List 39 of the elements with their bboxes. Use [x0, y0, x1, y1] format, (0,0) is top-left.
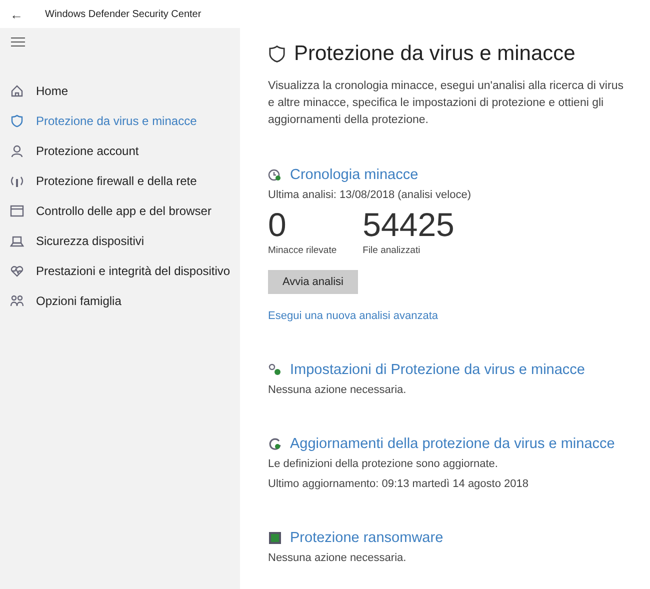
section-title[interactable]: Impostazioni di Protezione da virus e minacce — [290, 362, 585, 378]
stat-label: File analizzati — [362, 245, 422, 256]
status-text: Nessuna azione necessaria. — [268, 551, 408, 566]
sidebar-item[interactable]: Protezione firewall e della rete — [36, 174, 197, 188]
family-icon — [10, 294, 24, 308]
sidebar-item[interactable]: Sicurezza dispositivi — [36, 234, 144, 248]
shield-icon — [10, 114, 24, 128]
last-scan-text: Ultima analisi: 13/08/2018 (analisi veloce) — [268, 188, 472, 203]
browser-window-icon — [10, 204, 24, 218]
section-title[interactable]: Protezione ransomware — [290, 530, 444, 546]
section-title[interactable]: Cronologia minacce — [290, 167, 418, 183]
sidebar-item[interactable]: Opzioni famiglia — [36, 294, 122, 308]
status-text: Ultimo aggiornamento: 09:13 martedì 14 agosto 2018 — [268, 477, 530, 492]
stat-value: 0 — [268, 205, 288, 245]
sidebar-item[interactable]: Prestazioni e integrità del dispositivo — [36, 264, 230, 278]
refresh-icon — [268, 437, 282, 451]
status-text: Le definizioni della protezione sono aggiornate. — [268, 457, 499, 472]
stat-value: 54425 — [362, 205, 454, 245]
antenna-icon — [10, 174, 24, 188]
status-text: Nessuna azione necessaria. — [268, 383, 408, 398]
section-title[interactable]: Aggiornamenti della protezione da virus e minacce — [290, 436, 615, 452]
window-title: Windows Defender Security Center — [45, 8, 202, 20]
sidebar-item[interactable]: Protezione da virus e minacce — [36, 114, 197, 128]
heart-icon — [10, 264, 24, 278]
sidebar-item[interactable]: Home — [36, 84, 68, 98]
page-title: Protezione da virus e minacce — [294, 42, 576, 66]
laptop-icon — [10, 234, 24, 248]
stat-label: Minacce rilevate — [268, 245, 337, 256]
start-scan-button[interactable]: Avvia analisi — [268, 270, 358, 294]
sidebar-item[interactable]: Controllo delle app e del browser — [36, 204, 212, 218]
clock-icon — [268, 168, 282, 182]
page-description: Visualizza la cronologia minacce, esegui un'analisi alla ricerca di virus e altre minacce, specifica le impostazioni di protezione e ottieni gli aggiornamenti della protezione. — [268, 79, 624, 128]
person-icon — [10, 144, 24, 158]
shield-icon — [268, 44, 286, 64]
home-icon — [10, 84, 24, 98]
advanced-scan-link[interactable]: Esegui una nuova analisi avanzata — [268, 310, 438, 322]
menu-button[interactable] — [11, 36, 25, 48]
back-button[interactable]: ← — [10, 6, 23, 22]
sidebar-item[interactable]: Protezione account — [36, 144, 139, 158]
